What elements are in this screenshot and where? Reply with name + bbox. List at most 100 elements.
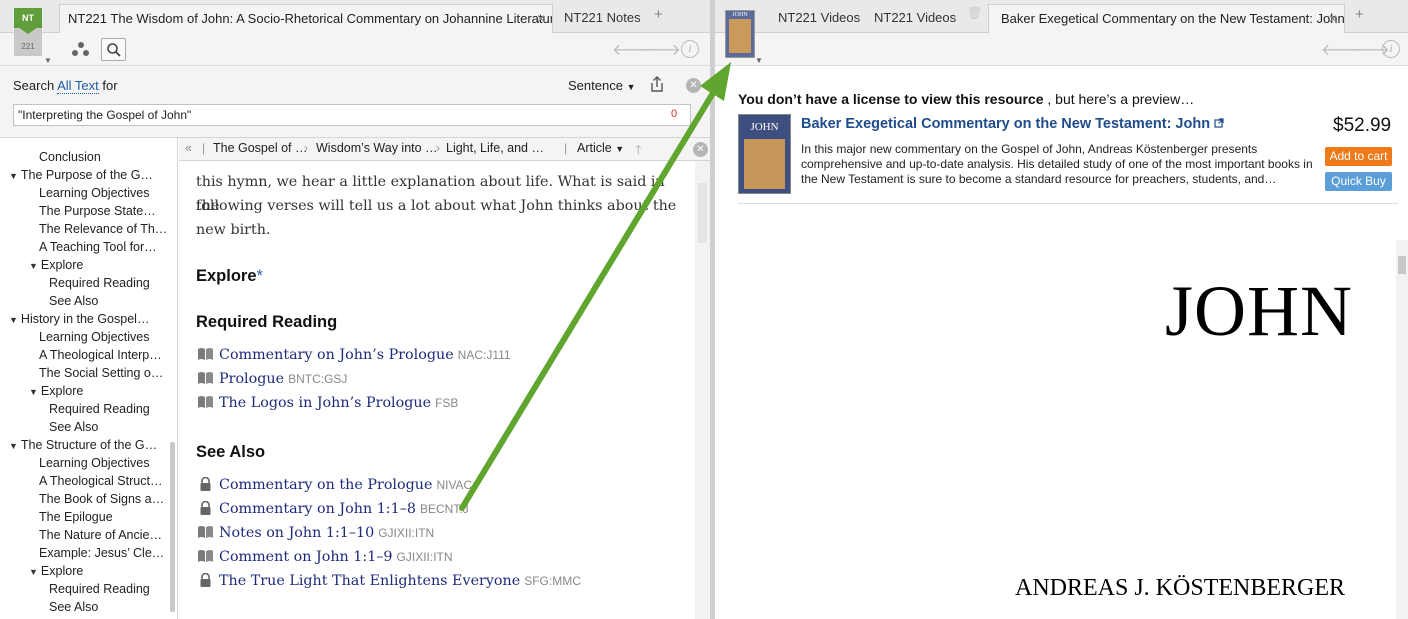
search-scope-link[interactable]: All Text (57, 78, 99, 94)
trash-icon[interactable]: 🗑 (967, 6, 982, 20)
close-search-icon[interactable]: ✕ (686, 78, 701, 93)
search-mode-dropdown[interactable]: Sentence ▼ (568, 78, 635, 93)
outline-item[interactable]: Learning Objectives (39, 328, 149, 346)
tab-wisdom-of-john[interactable]: NT221 The Wisdom of John: A Socio-Rhetor… (59, 4, 553, 33)
resource-title: Commentary on John 1:1–8 (219, 501, 416, 517)
see-also-heading: See Also (196, 443, 266, 461)
required-reading-heading: Required Reading (196, 313, 338, 331)
outline-scrollbar[interactable] (170, 442, 175, 612)
preview-scrollbar[interactable] (1396, 240, 1408, 619)
scroll-thumb[interactable] (698, 183, 707, 243)
outline-item-label: Explore (40, 384, 84, 398)
expand-toggle-icon[interactable]: ▼ (9, 441, 18, 451)
outline-item[interactable]: ▼ Explore (29, 562, 83, 581)
outline-item[interactable]: See Also (49, 418, 98, 436)
up-arrow-icon[interactable]: 🡑 (635, 141, 642, 162)
article-label: Article (577, 141, 612, 155)
tab-baker-commentary[interactable]: Baker Exegetical Commentary on the New T… (988, 4, 1345, 33)
outline-item[interactable]: The Epilogue (39, 508, 113, 526)
resource-code: NIVAC: (436, 478, 476, 492)
outline-item[interactable]: A Theological Struct… (39, 472, 162, 490)
product-cover-title: JOHN (750, 121, 779, 133)
resource-title: Commentary on John’s Prologue (219, 347, 454, 363)
outline-item-label: Learning Objectives (39, 456, 150, 470)
expand-toggle-icon[interactable]: ▼ (29, 567, 38, 577)
resource-code: FSB (435, 396, 459, 410)
add-tab-icon[interactable]: + (654, 6, 663, 23)
close-icon[interactable]: ✕ (1328, 5, 1338, 33)
share-icon[interactable] (649, 75, 665, 93)
outline-item[interactable]: Example: Jesus’ Cle… (39, 544, 164, 562)
tab-nt221-videos[interactable]: NT221 Videos (770, 4, 862, 33)
outline-item[interactable]: See Also (49, 292, 98, 310)
resource-link[interactable]: The Logos in John’s Prologue FSB (197, 393, 458, 413)
search-scope-line: Search All Text for (13, 78, 118, 94)
product-cover[interactable]: JOHN (738, 114, 791, 194)
outline-item[interactable]: Conclusion (39, 148, 101, 166)
search-toggle-button[interactable] (101, 38, 126, 61)
tab-label: NT221 The Wisdom of John: A Socio-Rhetor… (68, 11, 553, 26)
expand-toggle-icon[interactable]: ▼ (9, 315, 18, 325)
outline-item-label: Learning Objectives (39, 330, 150, 344)
outline-item[interactable]: ▼ Explore (29, 382, 83, 401)
outline-item[interactable]: The Book of Signs a… (39, 490, 164, 508)
add-tab-icon[interactable]: + (1355, 6, 1364, 23)
outline-item[interactable]: A Theological Interp… (39, 346, 162, 364)
resource-cover-thumbnail[interactable]: JOHN (725, 10, 755, 58)
breadcrumb-item[interactable]: Wisdom’s Way into … (316, 141, 438, 155)
outline-item-label: The Book of Signs a… (39, 492, 165, 506)
add-to-cart-button[interactable]: Add to cart (1325, 147, 1392, 166)
outline-item[interactable]: Required Reading (49, 580, 150, 598)
outline-item[interactable]: The Relevance of Th… (39, 220, 167, 238)
outline-item[interactable]: Learning Objectives (39, 454, 149, 472)
outline-item[interactable]: Required Reading (49, 400, 150, 418)
chevron-down-icon[interactable]: ▼ (755, 56, 763, 65)
resource-logo[interactable]: 221 NT ▼ (14, 8, 52, 65)
breadcrumb-item[interactable]: Light, Life, and … (446, 141, 544, 155)
tab-nt221-notes[interactable]: NT221 Notes (556, 4, 646, 33)
expand-toggle-icon[interactable]: ▼ (29, 387, 38, 397)
resource-link[interactable]: Comment on John 1:1–9 GJIXII:ITN (197, 547, 453, 567)
preview-title: JOHN (1165, 271, 1354, 351)
resource-link[interactable]: Notes on John 1:1–10 GJIXII:ITN (197, 523, 434, 543)
info-icon[interactable]: i (681, 40, 699, 58)
scroll-thumb[interactable] (1398, 256, 1406, 274)
outline-item[interactable]: The Social Setting o… (39, 364, 163, 382)
license-message-rest: , but here’s a preview… (1047, 91, 1195, 107)
info-icon[interactable]: i (1382, 40, 1400, 58)
search-input[interactable] (13, 104, 691, 126)
resource-link[interactable]: Commentary on John’s Prologue NAC:J111 (197, 345, 511, 365)
forward-arrow-icon[interactable]: 🡒 (638, 39, 681, 60)
outline-item[interactable]: The Nature of Ancie… (39, 526, 162, 544)
resource-link[interactable]: Commentary on John 1:1–8 BECNT:J (197, 499, 469, 519)
resource-link[interactable]: The True Light That Enlightens Everyone S… (197, 571, 581, 591)
outline-item[interactable]: ▼ The Structure of the G… (9, 436, 157, 455)
resource-link[interactable]: Prologue BNTC:GSJ (197, 369, 347, 389)
outline-item[interactable]: Learning Objectives (39, 184, 149, 202)
quick-buy-button[interactable]: Quick Buy (1325, 172, 1392, 191)
close-icon[interactable]: ✕ (536, 5, 546, 33)
license-message: You don’t have a license to view this re… (738, 91, 1194, 107)
chevron-down-icon[interactable]: ▼ (44, 56, 52, 65)
expand-toggle-icon[interactable]: ▼ (9, 171, 18, 181)
outline-item[interactable]: ▼ The Purpose of the G… (9, 166, 153, 185)
close-reader-icon[interactable]: ✕ (693, 142, 708, 157)
product-title-link[interactable]: Baker Exegetical Commentary on the New T… (801, 116, 1224, 132)
article-dropdown[interactable]: Article ▼ (577, 141, 624, 155)
expand-toggle-icon[interactable]: ▼ (29, 261, 38, 271)
resource-link[interactable]: Commentary on the Prologue NIVAC: (197, 475, 476, 495)
breadcrumb-item[interactable]: The Gospel of … (213, 141, 308, 155)
chevron-down-icon: ▼ (615, 144, 625, 154)
outline-item[interactable]: See Also (49, 598, 98, 616)
outline-item[interactable]: The Purpose State… (39, 202, 156, 220)
outline-item[interactable]: Required Reading (49, 274, 150, 292)
outline-item[interactable]: ▼ History in the Gospel… (9, 310, 149, 329)
outline-item[interactable]: ▼ Explore (29, 256, 83, 275)
outline-item[interactable]: A Teaching Tool for… (39, 238, 157, 256)
reader-breadcrumb-bar: « | The Gospel of … › Wisdom’s Way into … (179, 138, 710, 161)
collapse-outline-icon[interactable]: « (185, 141, 192, 155)
tab-nt221-videos-2[interactable]: NT221 Videos (866, 4, 956, 33)
reader-scrollbar[interactable] (695, 161, 710, 619)
panel-menu-icon[interactable] (72, 42, 90, 58)
outline-item-label: A Theological Struct… (39, 474, 163, 488)
